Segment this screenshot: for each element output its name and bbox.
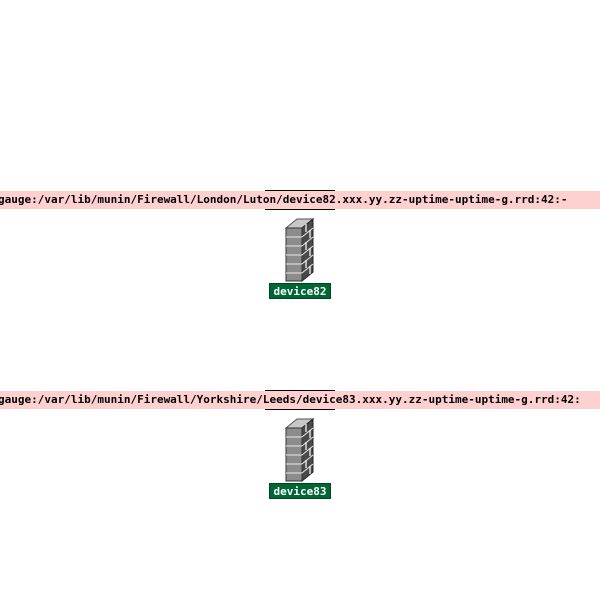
link-line	[265, 409, 335, 410]
link-line	[265, 190, 335, 191]
node-label[interactable]: device82	[269, 283, 331, 299]
node-hover-path-bar: gauge:/var/lib/munin/Firewall/London/Lut…	[0, 191, 600, 209]
node-label[interactable]: device83	[269, 483, 331, 499]
link-line	[265, 209, 335, 210]
node-hover-path-text: gauge:/var/lib/munin/Firewall/Yorkshire/…	[0, 393, 581, 406]
node-hover-path-bar: gauge:/var/lib/munin/Firewall/Yorkshire/…	[0, 391, 600, 409]
link-line	[265, 390, 335, 391]
node-hover-path-text: gauge:/var/lib/munin/Firewall/London/Lut…	[0, 193, 568, 206]
weathermap-canvas: gauge:/var/lib/munin/Firewall/London/Lut…	[0, 0, 600, 600]
firewall-brick-wall-icon[interactable]	[284, 217, 317, 283]
firewall-brick-wall-icon[interactable]	[284, 417, 317, 483]
